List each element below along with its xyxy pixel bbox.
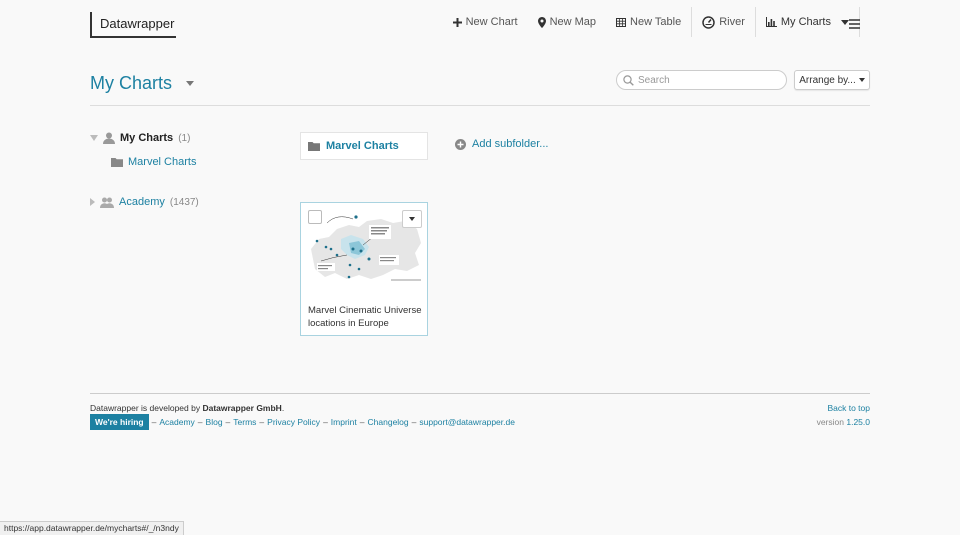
back-to-top-link[interactable]: Back to top bbox=[827, 403, 870, 413]
arrange-by-button[interactable]: Arrange by... bbox=[794, 70, 870, 90]
tree-my-charts-label: My Charts bbox=[120, 132, 174, 144]
arrange-by-label: Arrange by... bbox=[799, 74, 856, 86]
separator: – bbox=[225, 417, 231, 427]
version-label: version bbox=[816, 417, 844, 427]
separator: – bbox=[259, 417, 265, 427]
tree-marvel-charts-label[interactable]: Marvel Charts bbox=[128, 156, 196, 168]
separator: – bbox=[197, 417, 203, 427]
footer-link-privacy[interactable]: Privacy Policy bbox=[267, 417, 320, 427]
table-icon bbox=[616, 17, 627, 27]
my-charts-nav-label: My Charts bbox=[780, 16, 831, 28]
separator: – bbox=[411, 417, 417, 427]
chevron-down-icon bbox=[409, 217, 415, 221]
new-chart-link[interactable]: New Chart bbox=[443, 8, 528, 36]
footer-dev-company: Datawrapper GmbH bbox=[202, 403, 282, 413]
footer-links: We're hiring – Academy – Blog – Terms – … bbox=[90, 414, 515, 430]
footer-divider bbox=[90, 393, 870, 394]
expand-triangle-icon[interactable] bbox=[90, 198, 95, 206]
page-title-text: My Charts bbox=[90, 73, 173, 93]
new-table-label: New Table bbox=[630, 16, 682, 28]
chevron-down-icon bbox=[858, 78, 865, 82]
chart-select-checkbox[interactable] bbox=[308, 210, 322, 224]
footer-link-support-email[interactable]: support@datawrapper.de bbox=[419, 417, 515, 427]
folder-icon bbox=[111, 158, 123, 167]
collapse-triangle-icon[interactable] bbox=[90, 135, 98, 141]
user-icon bbox=[103, 132, 115, 144]
separator: – bbox=[323, 417, 328, 427]
separator: – bbox=[359, 417, 365, 427]
tree-marvel-charts[interactable]: Marvel Charts bbox=[111, 156, 196, 168]
river-icon bbox=[702, 15, 715, 29]
new-table-link[interactable]: New Table bbox=[606, 8, 691, 36]
separator: – bbox=[151, 417, 157, 427]
search-icon bbox=[623, 74, 634, 86]
footer-link-academy[interactable]: Academy bbox=[159, 417, 194, 427]
new-map-label: New Map bbox=[549, 16, 597, 28]
divider bbox=[90, 105, 870, 106]
version-number: 1.25.0 bbox=[846, 417, 870, 427]
hiring-badge[interactable]: We're hiring bbox=[90, 414, 149, 430]
footer-link-terms[interactable]: Terms bbox=[233, 417, 256, 427]
footer-link-changelog[interactable]: Changelog bbox=[368, 417, 409, 427]
folder-icon bbox=[308, 142, 320, 151]
add-subfolder-button[interactable]: Add subfolder... bbox=[455, 138, 548, 150]
hamburger-icon bbox=[849, 19, 860, 29]
river-label: River bbox=[719, 16, 745, 28]
add-subfolder-label: Add subfolder... bbox=[472, 138, 549, 150]
top-nav: New Chart New Map New Table River My Cha… bbox=[443, 7, 860, 37]
footer-developed-by: Datawrapper is developed by Datawrapper … bbox=[90, 403, 284, 413]
footer-link-imprint[interactable]: Imprint bbox=[331, 417, 357, 427]
tree-my-charts-count: (1) bbox=[178, 132, 191, 144]
plus-circle-icon bbox=[455, 138, 466, 150]
tree-academy-label[interactable]: Academy bbox=[119, 196, 165, 208]
chevron-down-icon[interactable] bbox=[186, 81, 195, 86]
datawrapper-logo[interactable]: Datawrapper bbox=[90, 12, 176, 38]
hamburger-menu-button[interactable] bbox=[849, 16, 860, 34]
status-bar-url: https://app.datawrapper.de/mycharts#/_/n… bbox=[0, 521, 184, 535]
current-folder-label: Marvel Charts bbox=[326, 140, 399, 152]
tree-academy-count: (1437) bbox=[169, 196, 199, 208]
search-input[interactable] bbox=[638, 74, 778, 86]
my-charts-menu[interactable]: My Charts bbox=[756, 8, 859, 36]
chart-title[interactable]: Marvel Cinematic Universe locations in E… bbox=[308, 304, 424, 330]
footer-dev-suffix: . bbox=[281, 403, 285, 413]
page-title: My Charts bbox=[90, 73, 195, 94]
chevron-down-icon bbox=[841, 19, 849, 25]
footer-link-blog[interactable]: Blog bbox=[206, 417, 223, 427]
footer-dev-middle: is developed by bbox=[138, 403, 203, 413]
map-marker-icon bbox=[537, 16, 546, 28]
tree-academy[interactable]: Academy (1437) bbox=[90, 196, 199, 208]
chart-options-dropdown[interactable] bbox=[402, 210, 422, 228]
users-icon bbox=[100, 197, 114, 208]
new-chart-label: New Chart bbox=[465, 16, 518, 28]
footer-dev-prefix: Datawrapper bbox=[90, 403, 139, 413]
chart-card[interactable]: Marvel Cinematic Universe locations in E… bbox=[300, 202, 428, 336]
search-box bbox=[616, 70, 787, 90]
new-map-link[interactable]: New Map bbox=[528, 8, 606, 36]
bar-chart-icon bbox=[765, 17, 777, 27]
version-info: version 1.25.0 bbox=[817, 417, 870, 427]
river-link[interactable]: River bbox=[692, 8, 755, 36]
current-folder[interactable]: Marvel Charts bbox=[300, 132, 428, 160]
plus-icon bbox=[452, 17, 462, 27]
tree-my-charts[interactable]: My Charts (1) bbox=[90, 132, 190, 144]
